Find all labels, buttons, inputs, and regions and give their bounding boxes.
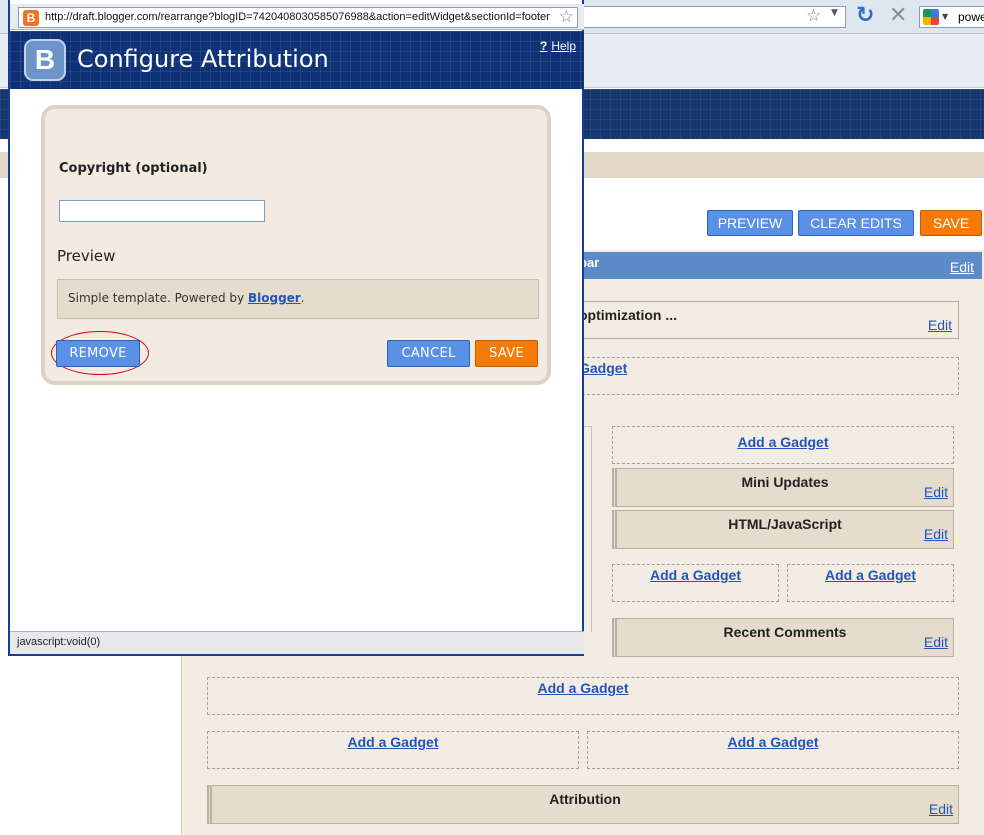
preview-text-suffix: .: [300, 291, 305, 305]
add-gadget-link[interactable]: Add a Gadget: [650, 567, 741, 583]
blogger-favicon: B: [23, 10, 39, 26]
gadget-title: HTML/JavaScript: [728, 516, 842, 532]
gadget-optimization: optimization ... Edit: [562, 301, 959, 339]
gadget-title: Attribution: [549, 791, 621, 807]
bookmark-star-icon[interactable]: ☆: [559, 8, 574, 27]
gadget-html-javascript: HTML/JavaScript Edit: [612, 510, 954, 549]
status-text: javascript:void(0): [17, 636, 101, 648]
preview-text: Simple template. Powered by Blogger.: [68, 291, 305, 305]
preview-box: Simple template. Powered by Blogger.: [57, 279, 539, 319]
copyright-label: Copyright (optional): [59, 161, 208, 176]
sidebar-section-header: bar Edit: [579, 252, 982, 279]
add-gadget-link[interactable]: Add a Gadget: [727, 734, 818, 750]
add-gadget-slot[interactable]: Add a Gadget: [587, 731, 959, 769]
popup-location-bar: B http://draft.blogger.com/rearrange?blo…: [10, 4, 584, 30]
add-gadget-link[interactable]: Add a Gadget: [537, 680, 628, 696]
clear-edits-button[interactable]: CLEAR EDITS: [798, 210, 914, 236]
dropdown-arrow-icon[interactable]: ▼: [831, 8, 838, 18]
sidebar-edit-link[interactable]: Edit: [950, 259, 974, 275]
gadget-title: Mini Updates: [741, 474, 829, 490]
gadget-edit-link[interactable]: Edit: [924, 484, 948, 500]
popup-url-text: http://draft.blogger.com/rearrange?blogI…: [45, 11, 550, 23]
gadget-title: optimization ...: [579, 307, 677, 323]
add-gadget-link[interactable]: Gadget: [579, 360, 627, 376]
popup-url-field[interactable]: B http://draft.blogger.com/rearrange?blo…: [18, 7, 578, 28]
gadget-attribution: Attribution Edit: [207, 785, 959, 824]
add-gadget-slot[interactable]: Add a Gadget: [612, 426, 954, 464]
gadget-title: Recent Comments: [723, 624, 847, 640]
help-label: Help: [551, 39, 576, 53]
gadget-edit-link[interactable]: Edit: [928, 317, 952, 333]
add-gadget-link[interactable]: Add a Gadget: [347, 734, 438, 750]
search-input-text: powe: [958, 10, 984, 24]
search-box[interactable]: ▼ powe: [919, 6, 984, 28]
config-panel: Copyright (optional) Preview Simple temp…: [41, 105, 551, 385]
gadget-edit-link[interactable]: Edit: [924, 526, 948, 542]
preview-button[interactable]: PREVIEW: [707, 210, 793, 236]
gadget-edit-link[interactable]: Edit: [929, 801, 953, 817]
help-icon: ?: [539, 39, 548, 53]
add-gadget-slot[interactable]: Add a Gadget: [612, 564, 779, 602]
reload-icon[interactable]: ↻: [856, 4, 874, 28]
preview-heading: Preview: [57, 247, 116, 265]
blogger-link[interactable]: Blogger: [248, 291, 301, 305]
remove-button[interactable]: REMOVE: [56, 340, 140, 367]
add-gadget-slot[interactable]: Gadget: [562, 357, 959, 395]
cancel-button[interactable]: CANCEL: [387, 340, 470, 367]
search-engine-dropdown-icon[interactable]: ▼: [942, 12, 948, 21]
configure-attribution-window: B http://draft.blogger.com/rearrange?blo…: [8, 0, 584, 656]
add-gadget-link[interactable]: Add a Gadget: [825, 567, 916, 583]
bookmark-star-icon[interactable]: ☆: [806, 7, 821, 25]
gadget-recent-comments: Recent Comments Edit: [612, 618, 954, 657]
add-gadget-slot[interactable]: Add a Gadget: [207, 677, 959, 715]
add-gadget-slot[interactable]: Add a Gadget: [787, 564, 954, 602]
status-bar: javascript:void(0): [10, 631, 584, 654]
gadget-edit-link[interactable]: Edit: [924, 634, 948, 650]
page-title: Configure Attribution: [77, 45, 329, 73]
google-search-icon[interactable]: [923, 9, 939, 25]
save-layout-button[interactable]: SAVE: [920, 210, 982, 236]
add-gadget-slot[interactable]: Add a Gadget: [207, 731, 579, 769]
blogger-logo: B: [24, 39, 66, 81]
stop-icon[interactable]: ✕: [889, 4, 907, 28]
copyright-input[interactable]: [59, 200, 265, 222]
popup-header: B Configure Attribution ? Help: [10, 31, 584, 89]
save-button[interactable]: SAVE: [475, 340, 538, 367]
help-link[interactable]: ? Help: [540, 39, 576, 53]
preview-text-prefix: Simple template. Powered by: [68, 291, 245, 305]
gadget-mini-updates: Mini Updates Edit: [612, 468, 954, 507]
add-gadget-link[interactable]: Add a Gadget: [737, 434, 828, 450]
